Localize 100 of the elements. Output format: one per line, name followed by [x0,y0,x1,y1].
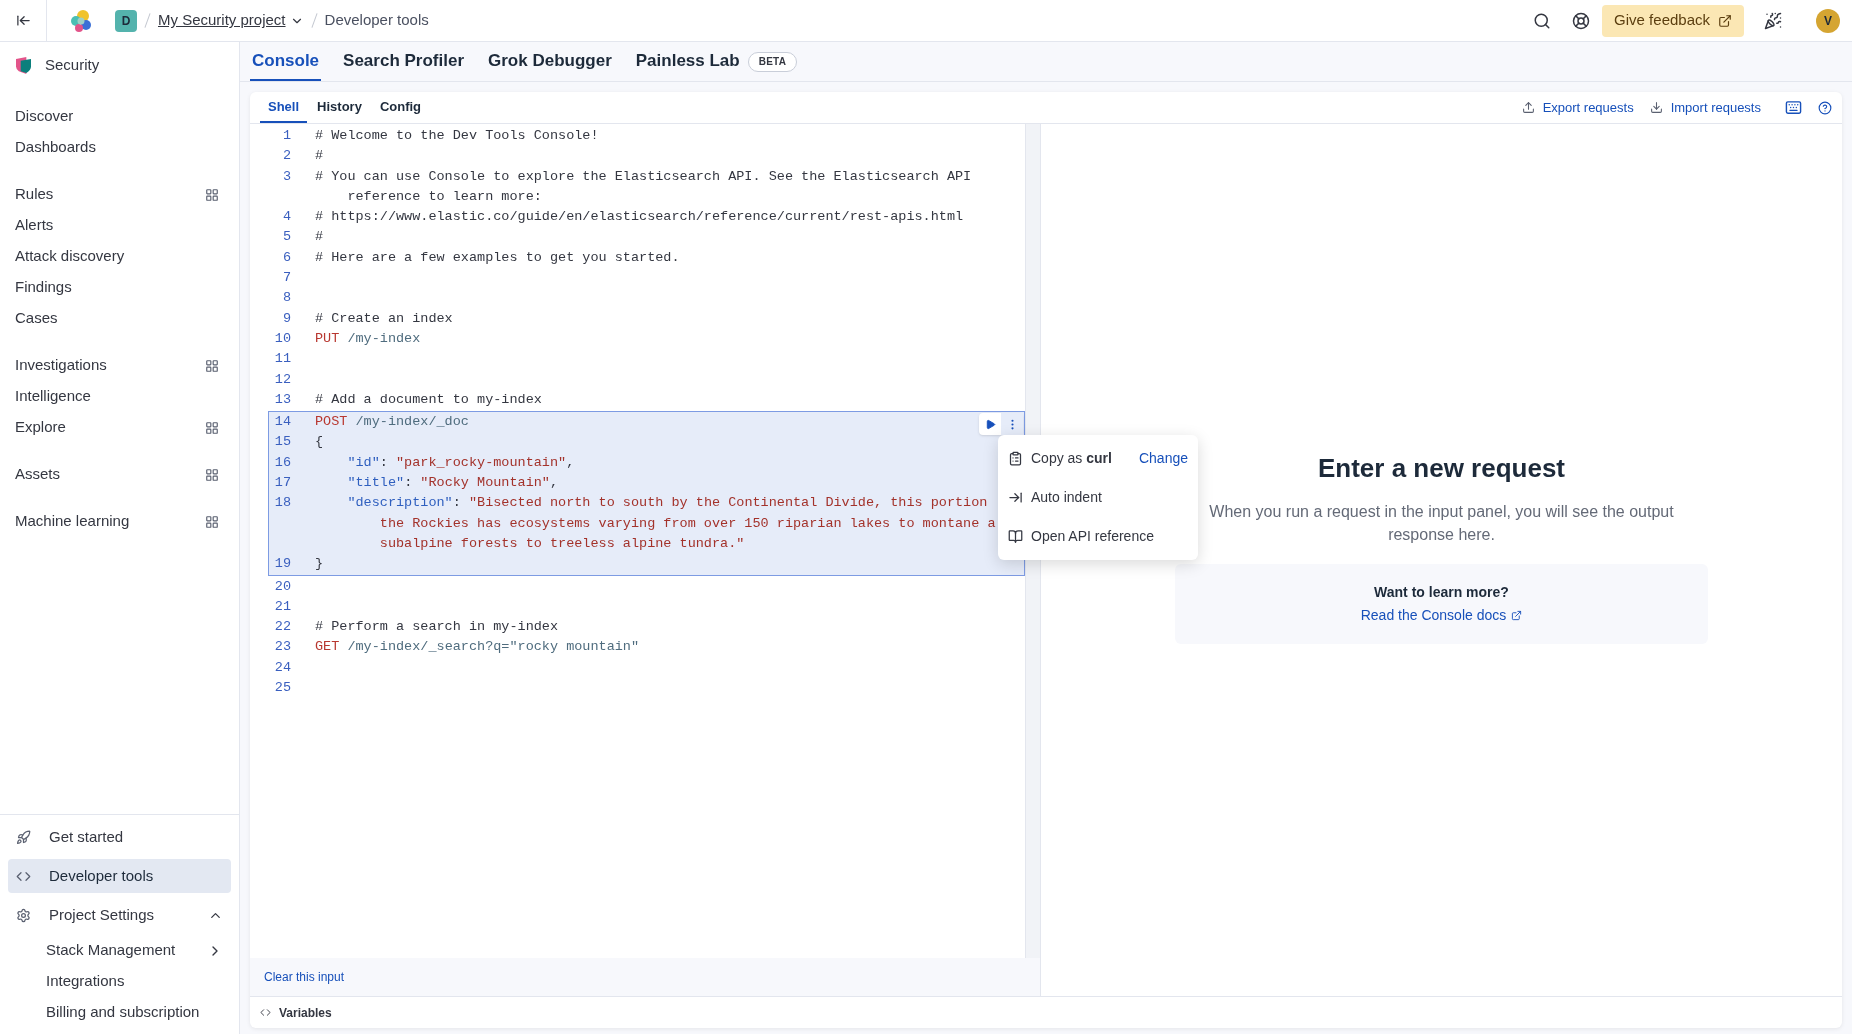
nav-item[interactable]: Alerts [15,214,54,237]
keyboard-icon[interactable] [1785,99,1802,116]
nav-item[interactable]: Explore [15,416,66,439]
nav-item[interactable]: Investigations [15,354,107,377]
arrow-to-line-icon [1008,490,1023,505]
line-number: 2 [281,147,291,166]
tab[interactable]: Grok Debugger [486,42,614,81]
code-text: reference to learn more: [346,188,542,204]
nav-item[interactable]: Assets [15,463,60,486]
line-number: 8 [281,289,291,308]
breadcrumb: Developer tools [324,10,429,31]
space-avatar[interactable]: D [115,9,137,32]
line-number: 5 [281,228,291,247]
line-number: 3 [281,167,291,186]
tab[interactable]: Painless Lab [633,42,742,81]
nav-item[interactable]: Billing and subscription [46,1001,200,1024]
line-number: 11 [273,350,291,369]
code-text: } [315,556,324,572]
nav-item[interactable]: Intelligence [15,385,91,408]
nav-item[interactable]: Discover [15,105,74,128]
nav-item[interactable]: Findings [15,276,72,299]
line-number: 22 [273,618,291,637]
code-text: the Rockies has ecosystems varying from over 150 riparian lakes to montane a [378,515,996,531]
clear-input-link[interactable]: Clear this input [264,968,345,986]
line-number: 9 [281,309,291,328]
code-text: # [315,148,324,164]
export-button[interactable]: Export requests [1521,97,1634,118]
line-number: 18 [273,494,291,513]
nav-item[interactable]: Stack Management [46,939,176,962]
line-number: 15 [273,433,291,452]
menu-item[interactable]: Auto indent [1031,487,1102,508]
clipboard-icon [1008,451,1023,466]
logo-icon [69,8,93,33]
menu-item[interactable]: Open API reference [1031,526,1154,547]
nav-item[interactable]: Integrations [46,970,125,993]
grid-icon[interactable] [205,467,219,482]
tab[interactable]: Search Profiler [341,42,466,81]
code-text: # Perform a search in my-index [315,619,559,635]
collapse-icon [15,13,31,28]
project-breadcrumb[interactable]: My Security project [158,9,304,32]
variables-button[interactable]: Variables [260,1003,332,1022]
console-docs-link[interactable]: Read the Console docs [1360,605,1523,626]
menu-item[interactable]: Copy as curl [1031,448,1112,469]
external-link-icon [1511,610,1523,621]
solution-title: Security [45,54,100,75]
search-icon[interactable] [1533,11,1552,30]
line-number: 13 [273,390,291,409]
code-text: # Here are a few examples to get you started. [315,249,680,265]
code-text: { [315,434,324,450]
line-number: 12 [273,370,291,389]
code-text: "id": "park_rocky-mountain", [346,454,575,470]
nav-item[interactable]: Attack discovery [15,245,125,268]
gear-icon [16,907,31,923]
tab[interactable]: Console [250,42,322,81]
grid-icon[interactable] [205,514,219,529]
line-number: 20 [273,577,291,596]
nav-item[interactable]: Machine learning [15,510,130,533]
line-number: 24 [273,658,291,677]
nav-item[interactable]: Cases [15,307,58,330]
line-number: 1 [281,127,291,145]
grid-icon[interactable] [205,420,219,435]
nav-item[interactable]: Developer tools [8,859,231,893]
download-icon [1649,101,1663,114]
nav-item[interactable]: Get started [8,820,231,854]
code-text: "description": "Bisected north to south by the Continental Divide, this portion [346,495,988,511]
line-number: 25 [273,679,291,697]
editor-subtab[interactable]: Shell [260,92,308,123]
code-text: # Add a document to my-index [315,391,542,407]
nav-item[interactable]: Project Settings [8,898,231,932]
import-button[interactable]: Import requests [1649,97,1761,118]
help-icon[interactable] [1818,100,1832,115]
line-number: 7 [281,269,291,288]
code-text: subalpine forests to treeless alpine tundra." [378,535,745,551]
output-heading: Enter a new request [1317,452,1566,485]
editor-subtab[interactable]: History [309,92,370,123]
party-popper-icon[interactable] [1764,11,1782,30]
code-text: # You can use Console to explore the Elasticsearch API. See the Elasticsearch API [315,168,972,184]
user-avatar[interactable]: V [1816,8,1840,33]
lifebuoy-icon[interactable] [1572,11,1591,30]
feedback-button[interactable]: Give feedback [1602,4,1744,37]
code-text: # [315,229,324,245]
grid-icon[interactable] [205,358,219,373]
learn-more-title: Want to learn more? [1374,583,1509,602]
nav-item[interactable]: Dashboards [15,136,96,159]
beta-badge: BETA [747,51,798,72]
external-link-icon [1718,13,1732,28]
line-number: 6 [281,248,291,267]
code-text: # Welcome to the Dev Tools Console! [315,128,599,143]
code-text: POST /my-index/_doc [315,414,469,430]
rocket-icon [16,829,31,845]
grid-icon[interactable] [205,187,219,202]
code-text: "title": "Rocky Mountain", [346,475,559,491]
code-text: # https://www.elastic.co/guide/en/elasticsearch/reference/current/rest-apis.html [315,209,964,225]
play-icon [984,418,996,430]
change-link[interactable]: Change [1138,448,1188,469]
line-number: 10 [273,329,291,348]
editor-subtab[interactable]: Config [371,92,430,123]
upload-icon [1521,101,1535,114]
nav-item[interactable]: Rules [15,183,54,206]
output-description: When you run a request in the input panel, you will see the output response here. [1208,502,1675,545]
